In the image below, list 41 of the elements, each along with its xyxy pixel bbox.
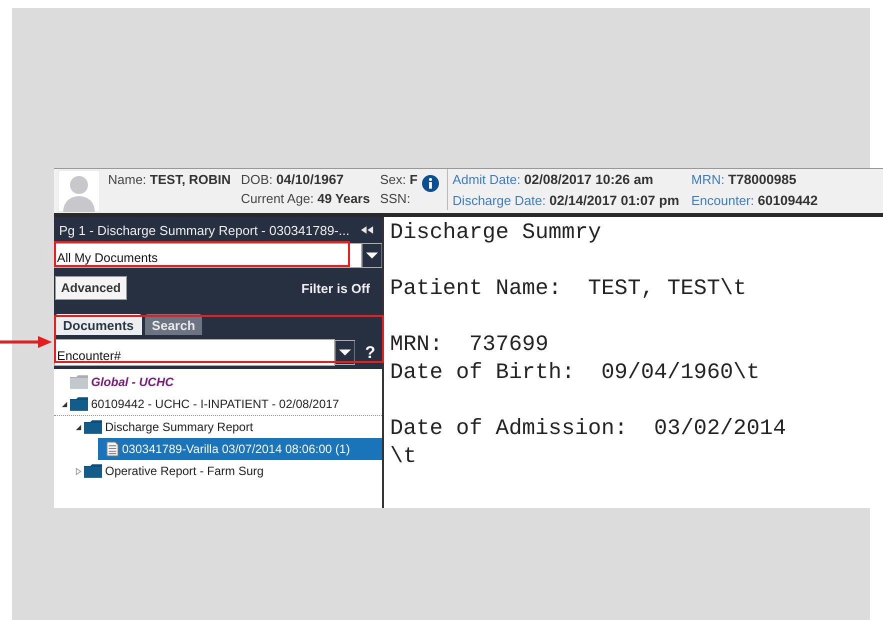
tab[interactable]: Search: [144, 314, 202, 335]
folder-icon: [70, 375, 88, 389]
discharge-date: Discharge Date: 02/14/2017 01:07 pm: [452, 192, 680, 210]
dropdown-arrow-icon[interactable]: [362, 243, 382, 268]
folder-item[interactable]: 60109442 - UCHC - I-INPATIENT - 02/08/2017: [70, 393, 344, 415]
folder-icon: [84, 464, 102, 478]
folder-item[interactable]: Operative Report - Farm Surg: [84, 460, 268, 482]
folder-icon: [84, 420, 102, 434]
panel-title: Pg 1 - Discharge Summary Report - 030341789-...: [59, 222, 350, 238]
document-item[interactable]: 030341789-Varilla 03/07/2014 08:06:00 (1): [98, 438, 382, 460]
filter-status: Filter is Off: [301, 280, 370, 296]
collapse-icon[interactable]: [361, 226, 374, 234]
encounter-number: Encounter: 60109442: [691, 192, 818, 210]
folder-item[interactable]: Discharge Summary Report: [84, 416, 258, 438]
mrn: MRN: T78000985: [691, 172, 798, 189]
document-filter-dropdown[interactable]: All My Documents: [54, 243, 362, 268]
expanded-arrow-icon[interactable]: [60, 400, 68, 408]
info-icon[interactable]: [422, 175, 439, 192]
group-by-dropdown[interactable]: Encounter#: [54, 339, 335, 366]
document-line: Discharge Summry: [390, 219, 602, 247]
sex: Sex: F: [380, 172, 418, 187]
avatar-icon: [58, 170, 100, 212]
annotation-arrow: [0, 336, 52, 348]
help-icon[interactable]: ?: [365, 342, 376, 362]
document-line: \t: [390, 443, 418, 471]
document-line: Date of Birth: 09/04/1960\t: [390, 359, 761, 387]
folder-icon: [70, 397, 88, 411]
document-line: Patient Name: TEST, TEST\t: [390, 275, 748, 303]
folder-item[interactable]: Global - UCHC: [70, 371, 178, 393]
document-icon: [106, 441, 119, 457]
document-line: Date of Admission: 03/02/2014: [390, 415, 788, 443]
ssn-label: SSN:: [380, 191, 412, 206]
advanced-button[interactable]: Advanced: [55, 276, 127, 300]
expanded-arrow-icon[interactable]: [74, 424, 82, 430]
current-age: Current Age: 49 Years: [240, 191, 370, 206]
date-of-birth: DOB: 04/10/1967: [240, 172, 345, 187]
patient-name: Name: TEST, ROBIN: [108, 172, 231, 187]
document-line: MRN: 737699: [390, 331, 550, 359]
dropdown-arrow-icon[interactable]: [335, 339, 355, 366]
admit-date: Admit Date: 02/08/2017 10:26 am: [452, 172, 654, 189]
collapsed-arrow-icon[interactable]: [74, 468, 82, 474]
